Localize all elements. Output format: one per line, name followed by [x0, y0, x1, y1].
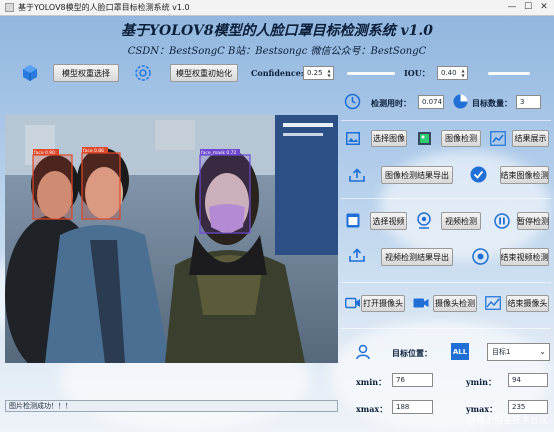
- chevron-down-icon[interactable]: ⌄: [539, 347, 546, 356]
- cube-icon: [23, 65, 37, 81]
- time-label: 检测用时：: [371, 98, 411, 108]
- maximize-icon[interactable]: ☐: [522, 2, 534, 13]
- iou-spinbox[interactable]: 0.40 ▲ ▼: [437, 66, 468, 80]
- show-result-button[interactable]: 结果展示: [512, 130, 549, 147]
- window-title: 基于YOLOV8模型的人脸口罩目标检测系统 v1.0: [18, 3, 190, 12]
- target-select-dropdown[interactable]: 目标1 ⌄: [487, 343, 550, 361]
- iou-value: 0.40: [441, 69, 457, 77]
- export-video-result-button[interactable]: 视频检测结果导出: [381, 248, 453, 266]
- end-image-detect-button[interactable]: 结束图像检测: [500, 166, 549, 184]
- open-camera-button[interactable]: 打开摄像头: [361, 295, 405, 312]
- detection-image-view: face 0.90 face 0.86 face_mask 0.72: [5, 115, 338, 363]
- iou-label: IOU：: [404, 68, 430, 78]
- detection-label: face 0.86: [83, 148, 104, 154]
- line-chart-icon: [490, 131, 506, 146]
- ymin-field: 94: [508, 373, 548, 387]
- count-field: 3: [516, 95, 541, 109]
- target-position-label: 目标位置：: [392, 348, 432, 358]
- detection-box-fill: [33, 155, 72, 219]
- select-video-button[interactable]: 选择视频: [370, 212, 407, 230]
- window-titlebar: 基于YOLOV8模型的人脸口罩目标检测系统 v1.0 — ☐ ✕: [0, 0, 554, 16]
- end-camera-button[interactable]: 结束摄像头: [506, 295, 549, 312]
- status-bar: 图片检测成功！！！: [5, 400, 338, 412]
- ymin-label: ymin：: [466, 377, 496, 387]
- time-field: 0.074: [418, 95, 444, 109]
- confidence-slider[interactable]: [347, 72, 395, 75]
- xmin-label: xmin：: [356, 377, 387, 387]
- webcam-icon: [417, 212, 431, 229]
- detection-box-fill: [82, 153, 120, 219]
- divider: [341, 282, 551, 283]
- detection-photo: face 0.90 face 0.86 face_mask 0.72: [5, 115, 338, 363]
- close-icon[interactable]: ✕: [538, 2, 550, 13]
- video-camera-icon: [413, 298, 429, 308]
- pause-icon: [494, 213, 510, 229]
- page-title: 基于YOLOV8模型的人脸口罩目标检测系统 v1.0: [121, 23, 433, 39]
- count-label: 目标数量：: [472, 98, 512, 108]
- pause-detect-button[interactable]: 暂停检测: [517, 212, 549, 230]
- detection-label: face 0.90: [34, 150, 55, 156]
- select-image-button[interactable]: 选择图像: [371, 130, 407, 147]
- ymax-field: 235: [508, 400, 548, 414]
- target-select-value: 目标1: [492, 348, 511, 356]
- divider: [341, 328, 551, 329]
- user-icon: [356, 344, 370, 360]
- confidence-label: Confidence:: [251, 68, 304, 78]
- confidence-value: 0.25: [307, 69, 323, 77]
- video-detect-button[interactable]: 视频检测: [441, 212, 481, 230]
- upload-icon: [349, 248, 365, 262]
- divider: [341, 120, 551, 121]
- model-init-button[interactable]: 模型权重初始化: [170, 64, 238, 82]
- camera-detect-button[interactable]: 摄像头检测: [433, 295, 477, 312]
- app-icon: [5, 3, 14, 12]
- image-scan-icon: [418, 132, 431, 145]
- model-select-button[interactable]: 模型权重选择: [53, 64, 119, 82]
- end-video-detect-button[interactable]: 结束视频检测: [500, 248, 549, 266]
- upload-icon: [349, 168, 365, 182]
- image-detect-button[interactable]: 图像检测: [441, 130, 481, 147]
- image-icon: [346, 132, 360, 145]
- export-image-result-button[interactable]: 图像检测结果导出: [381, 166, 453, 184]
- xmin-field: 76: [392, 373, 433, 387]
- check-circle-icon: [470, 166, 487, 183]
- xmax-field: 188: [392, 400, 433, 414]
- stop-circle-icon: [472, 248, 489, 265]
- all-targets-icon: ALL: [451, 343, 469, 360]
- page-subtitle: CSDN：BestSongC B站：Bestsongc 微信公众号：BestSo…: [127, 46, 427, 57]
- confidence-spinbox[interactable]: 0.25 ▲ ▼: [303, 66, 334, 80]
- minimize-icon[interactable]: —: [506, 2, 518, 13]
- divider: [341, 198, 551, 199]
- spin-arrows-icon[interactable]: ▲ ▼: [326, 68, 332, 78]
- xmax-label: xmax：: [356, 404, 388, 414]
- iou-slider[interactable]: [488, 72, 530, 75]
- camera-off-icon: [485, 296, 501, 310]
- detection-box-fill: [200, 155, 250, 233]
- status-text: 图片检测成功！！！: [9, 402, 72, 410]
- pie-chart-icon: [453, 94, 468, 109]
- clock-icon: [344, 93, 361, 110]
- spin-arrows-icon[interactable]: ▲ ▼: [460, 68, 466, 78]
- watermark: @稀土掘金技术社区: [466, 416, 548, 426]
- video-file-icon: [346, 213, 360, 228]
- settings-target-icon: [135, 65, 151, 81]
- detection-label: face_mask 0.72: [201, 150, 237, 156]
- camera-icon: [345, 297, 360, 309]
